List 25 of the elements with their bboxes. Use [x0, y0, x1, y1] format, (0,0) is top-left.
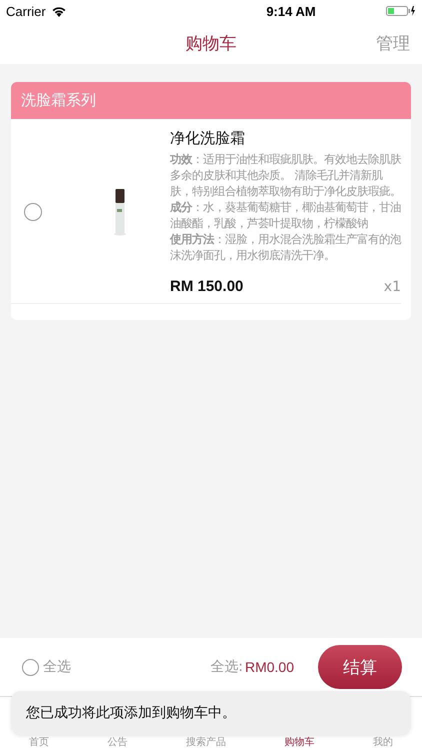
- battery-icon: [386, 5, 416, 17]
- product-description: 功效：适用于油性和瑕疵肌肤。有效地去除肌肤多余的皮肤和其他杂质。 清除毛孔并清新肌肤，特别组合植物萃取物有助于净化皮肤瑕疵。: [170, 152, 401, 200]
- tab-item[interactable]: 公告: [108, 737, 128, 749]
- product-price: RM 150.00: [170, 278, 244, 295]
- wifi-icon: [50, 5, 67, 17]
- total-amount: RM0.00: [244, 659, 294, 675]
- carrier-label: Carrier: [6, 4, 46, 18]
- total-label: 全选:: [210, 658, 243, 676]
- tab-item[interactable]: 购物车: [284, 737, 314, 749]
- quantity-label: x1: [384, 279, 401, 295]
- checkout-button[interactable]: 结算: [318, 645, 402, 689]
- group-header: 洗脸霜系列: [11, 82, 411, 119]
- status-time: 9:14 AM: [265, 4, 317, 18]
- tab-item[interactable]: 我的: [372, 737, 393, 749]
- select-radio[interactable]: [24, 203, 42, 221]
- select-all-label[interactable]: 全选: [43, 658, 71, 676]
- tab-item[interactable]: 搜索产品: [186, 737, 226, 749]
- product-name: 净化洗脸霜: [170, 129, 246, 148]
- product-description: 使用方法：湿脸，用水混合洗脸霜生产富有的泡沫洗净面孔，用水彻底清洗干净。: [170, 232, 401, 264]
- select-all-radio[interactable]: [22, 658, 39, 676]
- manage-button[interactable]: 管理: [374, 30, 412, 57]
- toast-message: 您已成功将此项添加到购物车中。: [11, 691, 411, 735]
- product-description: 成分：水，葵基葡萄糖苷，椰油基葡萄苷，甘油油酸酯，乳酸，芦荟叶提取物，柠檬酸钠: [170, 200, 401, 232]
- page-title: 购物车: [186, 32, 236, 54]
- tab-item[interactable]: 首页: [29, 737, 50, 749]
